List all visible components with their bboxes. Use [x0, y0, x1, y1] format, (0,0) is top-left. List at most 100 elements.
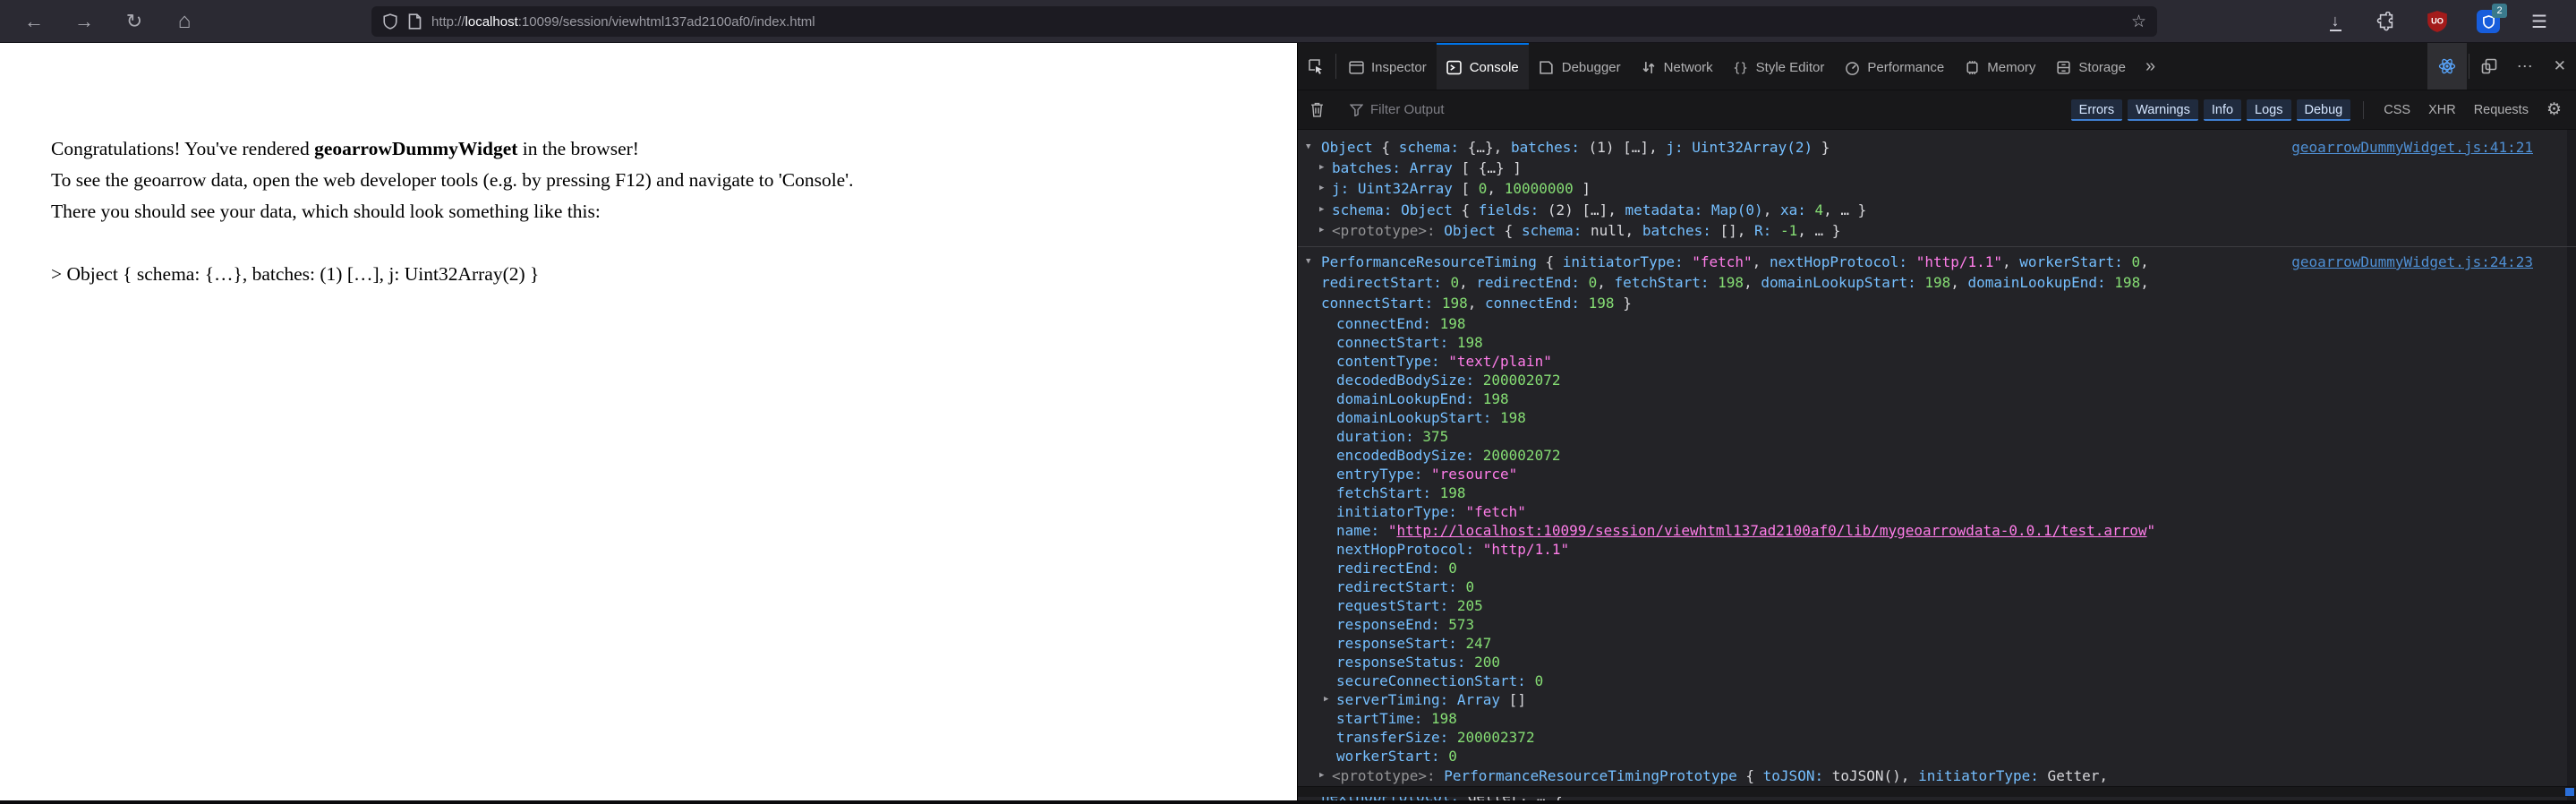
expand-arrow-icon[interactable]: ▶ [1319, 766, 1324, 786]
expand-arrow-icon[interactable]: ▶ [1319, 178, 1324, 199]
expand-arrow-icon[interactable]: ▶ [1319, 220, 1324, 241]
back-icon: ← [24, 10, 44, 32]
ublock-button[interactable]: UO [2424, 8, 2451, 35]
console-log-line: connectStart: 198 [1298, 333, 2549, 352]
token: domainLookupEnd: [1967, 274, 2106, 292]
token: connectStart: [1336, 333, 1449, 351]
console-log-line: ▼ Object { schema: {…}, batches: (1) […],… [1298, 137, 2549, 158]
more-tabs-button[interactable]: » [2136, 43, 2165, 90]
tab-label: Debugger [1561, 59, 1621, 75]
bookmark-star-icon[interactable]: ☆ [2131, 12, 2146, 32]
url-bar[interactable]: http://localhost:10099/session/viewhtml1… [371, 6, 2157, 37]
token: "http/1.1" [1915, 253, 2003, 271]
tab-network[interactable]: Network [1631, 43, 1723, 90]
filter-toggle-css[interactable]: CSS [2376, 99, 2418, 121]
tab-debugger[interactable]: Debugger [1529, 43, 1631, 90]
token: 198 [1924, 274, 1951, 292]
filter-toggle-xhr[interactable]: XHR [2421, 99, 2463, 121]
collapse-arrow-icon[interactable]: ▼ [1306, 252, 1310, 272]
clear-console-button[interactable] [1307, 102, 1327, 117]
console-input-row[interactable] [1298, 786, 2576, 797]
devtools-menu-button[interactable]: ⋯ [2507, 43, 2544, 90]
reload-button[interactable]: ↻ [118, 0, 150, 43]
token: redirectEnd: [1476, 274, 1580, 292]
collapse-arrow-icon[interactable]: ▼ [1306, 137, 1310, 158]
console-log-entry: ▼ Object { schema: {…}, batches: (1) […],… [1298, 133, 2576, 248]
pick-element-button[interactable] [1298, 43, 1334, 90]
filter-toggle-info[interactable]: Info [2203, 98, 2242, 121]
responsive-design-button[interactable] [2471, 43, 2507, 90]
expand-arrow-icon[interactable]: ▶ [1319, 200, 1324, 220]
source-link[interactable]: geoarrowDummyWidget.js:41:21 [2291, 137, 2533, 158]
expand-arrow-icon[interactable]: ▶ [1324, 690, 1328, 709]
downloads-button[interactable]: ↓ [2322, 8, 2349, 35]
token: , [1467, 295, 1486, 312]
token: <prototype>: [1332, 766, 1445, 784]
console-log-line: duration: 375 [1298, 427, 2549, 446]
token: redirectEnd: [1336, 559, 1440, 577]
tab-memory[interactable]: Memory [1954, 43, 2045, 90]
console-log-line: secureConnectionStart: 0 [1298, 671, 2549, 690]
console-log-line: ▶ <prototype>: PerformanceResourceTimingP… [1298, 766, 2549, 786]
filter-toggle-errors[interactable]: Errors [2070, 98, 2123, 121]
source-link[interactable]: geoarrowDummyWidget.js:24:23 [2291, 252, 2533, 272]
console-log-line: redirectStart: 0, redirectEnd: 0, fetchS… [1298, 272, 2549, 293]
token: fields: [1478, 201, 1540, 218]
app-menu-button[interactable]: ☰ [2526, 8, 2553, 35]
tab-console[interactable]: Console [1436, 43, 1529, 90]
puzzle-icon [2376, 12, 2393, 31]
token: {…}, [1459, 139, 1511, 156]
tab-style-editor[interactable]: {} Style Editor [1723, 43, 1835, 90]
token: " [1387, 521, 1397, 539]
token: Object [1401, 201, 1453, 218]
token: connectEnd: [1485, 295, 1581, 312]
token: redirectStart: [1336, 577, 1457, 595]
filter-output-input[interactable]: Filter Output [1370, 102, 1445, 117]
devtools-close-button[interactable]: ✕ [2544, 43, 2576, 90]
bitwarden-button[interactable]: 2 [2475, 4, 2507, 35]
tab-storage[interactable]: Storage [2045, 43, 2136, 90]
filter-toggle-requests[interactable]: Requests [2467, 99, 2536, 121]
token: , [2140, 274, 2149, 292]
token: domainLookupEnd: [1336, 389, 1475, 407]
forward-button[interactable]: → [68, 0, 100, 43]
console-filterbar: Filter Output Errors Warnings Info Logs Debu… [1298, 90, 2576, 130]
custom-tool-button[interactable] [2427, 43, 2467, 90]
tab-inspector[interactable]: Inspector [1338, 43, 1437, 90]
console-log-line: ▶ j: Uint32Array [ 0, 10000000 ] [1298, 178, 2549, 199]
filter-toggle-debug[interactable]: Debug [2296, 98, 2351, 121]
extensions-button[interactable] [2373, 8, 2400, 35]
console-settings-button[interactable]: ⚙ [2541, 99, 2567, 120]
console-log-line: nextHopProtocol: "http/1.1" [1298, 540, 2549, 559]
token: 198 [1441, 295, 1468, 312]
filter-toggle-warnings[interactable]: Warnings [2128, 98, 2198, 121]
page-info-icon[interactable] [408, 13, 422, 30]
tab-performance[interactable]: Performance [1834, 43, 1954, 90]
token: toJSON: [1762, 766, 1824, 784]
filter-toggle-logs[interactable]: Logs [2247, 98, 2291, 121]
token: "fetch" [1692, 253, 1753, 271]
back-button[interactable]: ← [18, 0, 50, 43]
token: "fetch" [1465, 502, 1526, 520]
token: (1) […], [1580, 139, 1667, 156]
home-button[interactable]: ⌂ [168, 0, 200, 43]
console-log-line: ▶ serverTiming: Array [] [1298, 690, 2549, 709]
console-log-line: name: "http://localhost:10099/session/vi… [1298, 521, 2549, 540]
expand-arrow-icon[interactable]: ▶ [1319, 158, 1324, 178]
token: , [1597, 274, 1615, 292]
console-log-line: contentType: "text/plain" [1298, 352, 2549, 371]
token: 375 [1422, 427, 1449, 445]
shield-permissions-icon[interactable] [382, 13, 398, 30]
token: , [1744, 274, 1761, 292]
token: [ [1452, 180, 1479, 198]
